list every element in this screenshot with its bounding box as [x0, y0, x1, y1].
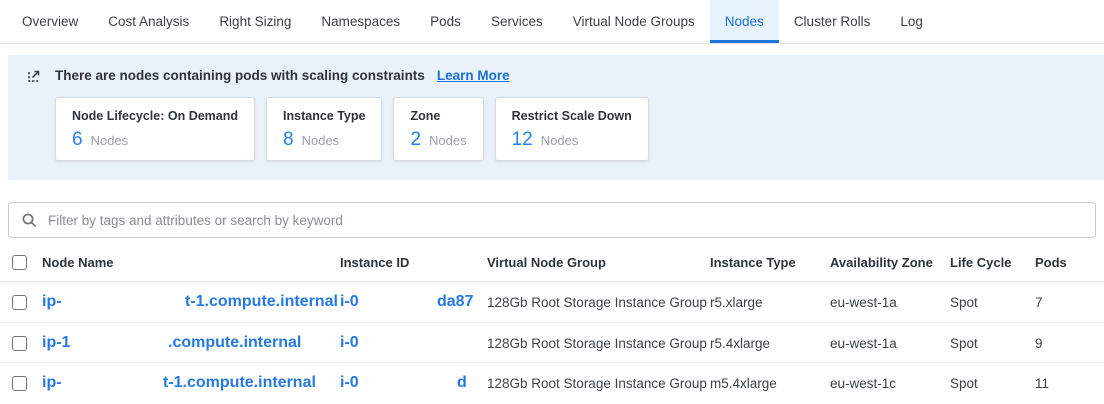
table-row[interactable]: ip-1 .compute.internal i-0 128Gb Root St… [0, 322, 1104, 362]
instance-id: i-0 [340, 374, 359, 391]
card-title: Restrict Scale Down [512, 109, 632, 123]
nodes-table: Node Name Instance ID Virtual Node Group… [0, 243, 1104, 402]
pods-cell: 11 [1035, 376, 1104, 391]
tab-namespaces[interactable]: Namespaces [306, 0, 415, 43]
card-value: 6 [72, 129, 83, 151]
card-value: 2 [410, 129, 421, 151]
node-name-cell[interactable]: ip- t-1.compute.internal [42, 363, 340, 403]
node-name-link[interactable]: ip- [42, 293, 62, 310]
column-header-instance-id: Instance ID [340, 255, 487, 270]
column-header-node-name: Node Name [42, 255, 340, 270]
pods-cell: 7 [1035, 295, 1104, 310]
availability-zone-cell: eu-west-1a [830, 295, 950, 310]
tab-overview[interactable]: Overview [7, 0, 93, 43]
instance-type-cell: r5.xlarge [710, 295, 830, 310]
filter-search-bar[interactable] [8, 202, 1096, 238]
card-unit: Nodes [429, 133, 467, 148]
card-restrict-scale-down[interactable]: Restrict Scale Down 12 Nodes [495, 97, 649, 161]
instance-id: i-0 [340, 334, 359, 351]
card-title: Node Lifecycle: On Demand [72, 109, 238, 123]
column-header-life-cycle: Life Cycle [950, 255, 1035, 270]
table-header-row: Node Name Instance ID Virtual Node Group… [0, 243, 1104, 282]
node-name-cell[interactable]: ip-1 .compute.internal [42, 323, 340, 363]
card-title: Zone [410, 109, 466, 123]
card-unit: Nodes [302, 133, 340, 148]
instance-type-cell: r5.4xlarge [710, 336, 830, 351]
virtual-node-group-cell: 128Gb Root Storage Instance Group [487, 295, 710, 310]
tab-cluster-rolls[interactable]: Cluster Rolls [779, 0, 886, 43]
availability-zone-cell: eu-west-1c [830, 376, 950, 391]
instance-id: i-0 [340, 293, 359, 310]
card-zone[interactable]: Zone 2 Nodes [393, 97, 483, 161]
life-cycle-cell: Spot [950, 295, 1035, 310]
select-all-checkbox[interactable] [12, 255, 27, 270]
virtual-node-group-cell: 128Gb Root Storage Instance Group [487, 336, 710, 351]
learn-more-link[interactable]: Learn More [437, 68, 510, 83]
table-row[interactable]: ip- t-1.compute.internal i-0 d 128Gb Roo… [0, 362, 1104, 402]
scaling-constraints-banner: There are nodes containing pods with sca… [8, 55, 1104, 180]
pods-cell: 9 [1035, 336, 1104, 351]
row-checkbox[interactable] [12, 295, 27, 310]
card-value: 8 [283, 129, 294, 151]
availability-zone-cell: eu-west-1a [830, 336, 950, 351]
card-title: Instance Type [283, 109, 365, 123]
column-header-instance-type: Instance Type [710, 255, 830, 270]
node-name-link[interactable]: ip- [42, 374, 62, 391]
virtual-node-group-cell: 128Gb Root Storage Instance Group [487, 376, 710, 391]
tab-cost-analysis[interactable]: Cost Analysis [93, 0, 204, 43]
node-name-link[interactable]: ip-1 [42, 334, 70, 351]
node-name-cell[interactable]: ip- t-1.compute.internal [42, 282, 340, 322]
instance-id-cell: i-0 da87 [340, 282, 487, 322]
instance-id-cell: i-0 [340, 323, 487, 363]
tab-bar: Overview Cost Analysis Right Sizing Name… [0, 0, 1104, 44]
constraint-cards: Node Lifecycle: On Demand 6 Nodes Instan… [55, 97, 1104, 161]
tab-virtual-node-groups[interactable]: Virtual Node Groups [558, 0, 710, 43]
tab-right-sizing[interactable]: Right Sizing [204, 0, 306, 43]
card-unit: Nodes [91, 133, 129, 148]
instance-id: da87 [437, 282, 473, 322]
card-value: 12 [512, 129, 533, 151]
node-name-link[interactable]: t-1.compute.internal [185, 282, 338, 322]
column-header-virtual-node-group: Virtual Node Group [487, 255, 710, 270]
instance-id-cell: i-0 d [340, 363, 487, 403]
life-cycle-cell: Spot [950, 336, 1035, 351]
tab-log[interactable]: Log [885, 0, 938, 43]
tab-pods[interactable]: Pods [415, 0, 476, 43]
tab-services[interactable]: Services [476, 0, 558, 43]
table-row[interactable]: ip- t-1.compute.internal i-0 da87 128Gb … [0, 282, 1104, 322]
search-icon [21, 212, 38, 229]
row-checkbox[interactable] [12, 376, 27, 391]
card-unit: Nodes [541, 133, 579, 148]
node-name-link[interactable]: t-1.compute.internal [163, 363, 316, 403]
row-checkbox[interactable] [12, 336, 27, 351]
instance-id: d [457, 363, 467, 403]
instance-type-cell: m5.4xlarge [710, 376, 830, 391]
scaling-constraint-icon [26, 67, 43, 84]
banner-message: There are nodes containing pods with sca… [55, 68, 425, 83]
column-header-pods: Pods [1035, 255, 1104, 270]
search-input[interactable] [48, 213, 1083, 228]
column-header-availability-zone: Availability Zone [830, 255, 950, 270]
card-node-lifecycle[interactable]: Node Lifecycle: On Demand 6 Nodes [55, 97, 255, 161]
node-name-link[interactable]: .compute.internal [168, 323, 301, 363]
life-cycle-cell: Spot [950, 376, 1035, 391]
card-instance-type[interactable]: Instance Type 8 Nodes [266, 97, 382, 161]
tab-nodes[interactable]: Nodes [710, 0, 779, 43]
